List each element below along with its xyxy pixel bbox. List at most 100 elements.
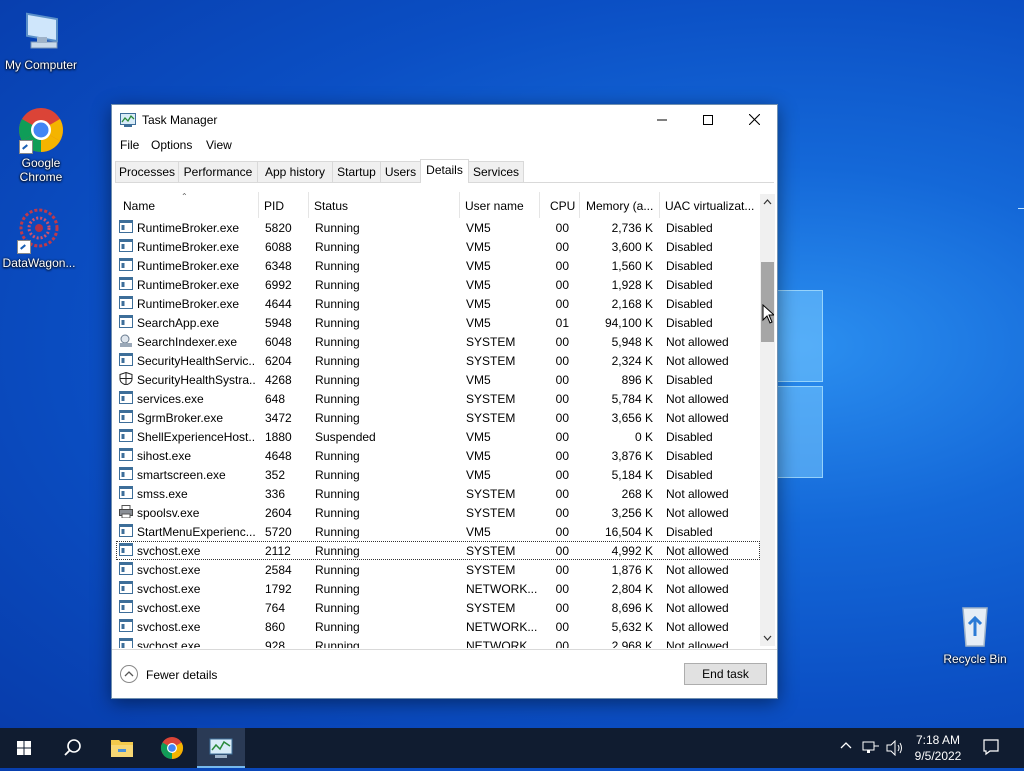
cell-status: Running: [315, 506, 360, 520]
menu-options[interactable]: Options: [151, 138, 192, 152]
chevron-up-icon[interactable]: [120, 665, 138, 683]
column-header-cpu[interactable]: CPU: [550, 199, 578, 213]
cell-uac: Not allowed: [666, 335, 729, 349]
table-row[interactable]: SearchIndexer.exe 6048 Running SYSTEM 00 5,94…: [113, 332, 761, 351]
app-icon: [119, 486, 133, 499]
cell-mem: 268 K: [621, 487, 653, 501]
column-header-name[interactable]: Name: [123, 199, 253, 213]
tab-performance[interactable]: Performance: [178, 161, 258, 182]
table-row[interactable]: RuntimeBroker.exe 5820 Running VM5 00 2,736 K…: [113, 218, 761, 237]
column-header-user-name[interactable]: User name: [465, 199, 540, 213]
scroll-down-icon[interactable]: [760, 632, 775, 644]
scrollbar-thumb[interactable]: [761, 262, 774, 342]
column-header-memory[interactable]: Memory (a...: [586, 199, 660, 213]
table-row[interactable]: sihost.exe 4648 Running VM5 00 3,876 K Disable…: [113, 446, 761, 465]
maximize-button[interactable]: [685, 105, 731, 135]
search-icon: [64, 739, 81, 756]
app-icon: [119, 353, 133, 366]
table-row[interactable]: SearchApp.exe 5948 Running VM5 01 94,100 K Dis…: [113, 313, 761, 332]
tab-app-history[interactable]: App history: [257, 161, 333, 182]
action-center-notification-icon[interactable]: [982, 738, 1000, 759]
network-icon[interactable]: [862, 740, 880, 759]
table-row[interactable]: SecurityHealthSystra... 4268 Running VM5 00 8…: [113, 370, 761, 389]
cell-name: RuntimeBroker.exe: [137, 240, 240, 254]
desktop-icon-datawagon[interactable]: DataWagon...: [0, 206, 80, 270]
tab-processes[interactable]: Processes: [115, 161, 179, 182]
cell-name: smartscreen.exe: [137, 468, 226, 482]
table-row[interactable]: smss.exe 336 Running SYSTEM 00 268 K Not allow…: [113, 484, 761, 503]
table-row[interactable]: RuntimeBroker.exe 6348 Running VM5 00 1,560 K…: [113, 256, 761, 275]
tab-users[interactable]: Users: [380, 161, 421, 182]
table-row[interactable]: spoolsv.exe 2604 Running SYSTEM 00 3,256 K Not…: [113, 503, 761, 522]
desktop-icon-my-computer[interactable]: My Computer: [0, 8, 82, 72]
title-bar[interactable]: Task Manager: [112, 105, 777, 135]
cell-cpu: 00: [555, 392, 569, 406]
taskbar-chrome[interactable]: [148, 728, 196, 768]
speaker-volume-icon[interactable]: [886, 739, 904, 759]
table-row[interactable]: SgrmBroker.exe 3472 Running SYSTEM 00 3,656 K…: [113, 408, 761, 427]
windows-logo-wallpaper: [775, 290, 823, 480]
table-row[interactable]: svchost.exe 2112 Running SYSTEM 00 4,992 K Not…: [113, 541, 761, 560]
show-hidden-icons-chevron-icon[interactable]: [840, 740, 852, 755]
cell-uac: Disabled: [666, 316, 713, 330]
table-row[interactable]: RuntimeBroker.exe 6992 Running VM5 00 1,928 K…: [113, 275, 761, 294]
cell-pid: 2604: [265, 506, 292, 520]
cell-status: Running: [315, 449, 360, 463]
cell-name: svchost.exe: [137, 544, 201, 558]
table-row[interactable]: svchost.exe 2584 Running SYSTEM 00 1,876 K Not…: [113, 560, 761, 579]
scroll-up-icon[interactable]: [760, 196, 775, 208]
desktop-icon-google-chrome[interactable]: Google Chrome: [0, 106, 82, 184]
recycle-bin-icon: [951, 602, 999, 650]
table-row[interactable]: RuntimeBroker.exe 6088 Running VM5 00 3,600 K…: [113, 237, 761, 256]
tab-startup[interactable]: Startup: [332, 161, 381, 182]
cell-name: RuntimeBroker.exe: [137, 259, 240, 273]
start-button[interactable]: [0, 728, 48, 768]
cell-uac: Disabled: [666, 468, 713, 482]
table-row[interactable]: svchost.exe 764 Running SYSTEM 00 8,696 K Not …: [113, 598, 761, 617]
chrome-icon: [17, 106, 65, 154]
menu-file[interactable]: File: [120, 138, 139, 152]
end-task-button[interactable]: End task: [684, 663, 767, 685]
menu-view[interactable]: View: [206, 138, 232, 152]
taskbar-task-manager[interactable]: [197, 728, 245, 768]
cell-cpu: 00: [555, 639, 569, 648]
table-row[interactable]: RuntimeBroker.exe 4644 Running VM5 00 2,168 K…: [113, 294, 761, 313]
desktop-icon-recycle-bin[interactable]: Recycle Bin: [934, 602, 1016, 666]
cell-uac: Not allowed: [666, 563, 729, 577]
search-button[interactable]: [48, 728, 96, 768]
taskbar-file-explorer[interactable]: [98, 728, 146, 768]
table-row[interactable]: StartMenuExperienc... 5720 Running VM5 00 16,…: [113, 522, 761, 541]
cell-cpu: 00: [555, 544, 569, 558]
desktop-icon-label: Google Chrome: [19, 156, 63, 184]
cell-pid: 5820: [265, 221, 292, 235]
fewer-details-link[interactable]: Fewer details: [146, 668, 217, 682]
window-title: Task Manager: [142, 113, 218, 127]
tab-details[interactable]: Details: [420, 159, 469, 183]
minimize-button[interactable]: [639, 105, 685, 135]
column-header-pid[interactable]: PID: [264, 199, 304, 213]
cell-uac: Disabled: [666, 278, 713, 292]
table-row[interactable]: services.exe 648 Running SYSTEM 00 5,784 K Not…: [113, 389, 761, 408]
table-row[interactable]: smartscreen.exe 352 Running VM5 00 5,184 K Dis…: [113, 465, 761, 484]
cell-user: VM5: [466, 240, 491, 254]
cell-pid: 5720: [265, 525, 292, 539]
table-row[interactable]: svchost.exe 928 Running NETWORK... 00 2,968 K…: [113, 636, 761, 648]
table-row[interactable]: svchost.exe 1792 Running NETWORK... 00 2,804 …: [113, 579, 761, 598]
column-header-uac-virtualization[interactable]: UAC virtualizat...: [665, 199, 757, 213]
app-icon: [119, 524, 133, 537]
table-row[interactable]: SecurityHealthServic... 6204 Running SYSTEM…: [113, 351, 761, 370]
cell-mem: 5,632 K: [611, 620, 653, 634]
table-row[interactable]: ShellExperienceHost.... 1880 Suspended VM5 0…: [113, 427, 761, 446]
cell-status: Running: [315, 354, 360, 368]
column-header-status[interactable]: Status: [314, 199, 454, 213]
windows-start-icon: [17, 741, 31, 755]
table-row[interactable]: svchost.exe 860 Running NETWORK... 00 5,632 K…: [113, 617, 761, 636]
system-clock[interactable]: 7:18 AM 9/5/2022: [905, 732, 971, 764]
vertical-scrollbar[interactable]: [760, 194, 775, 646]
cell-status: Running: [315, 411, 360, 425]
cell-uac: Not allowed: [666, 639, 729, 648]
tab-services[interactable]: Services: [468, 161, 524, 182]
desktop-icon-label: Recycle Bin: [943, 652, 1007, 666]
close-button[interactable]: [731, 105, 777, 135]
cell-pid: 6088: [265, 240, 292, 254]
